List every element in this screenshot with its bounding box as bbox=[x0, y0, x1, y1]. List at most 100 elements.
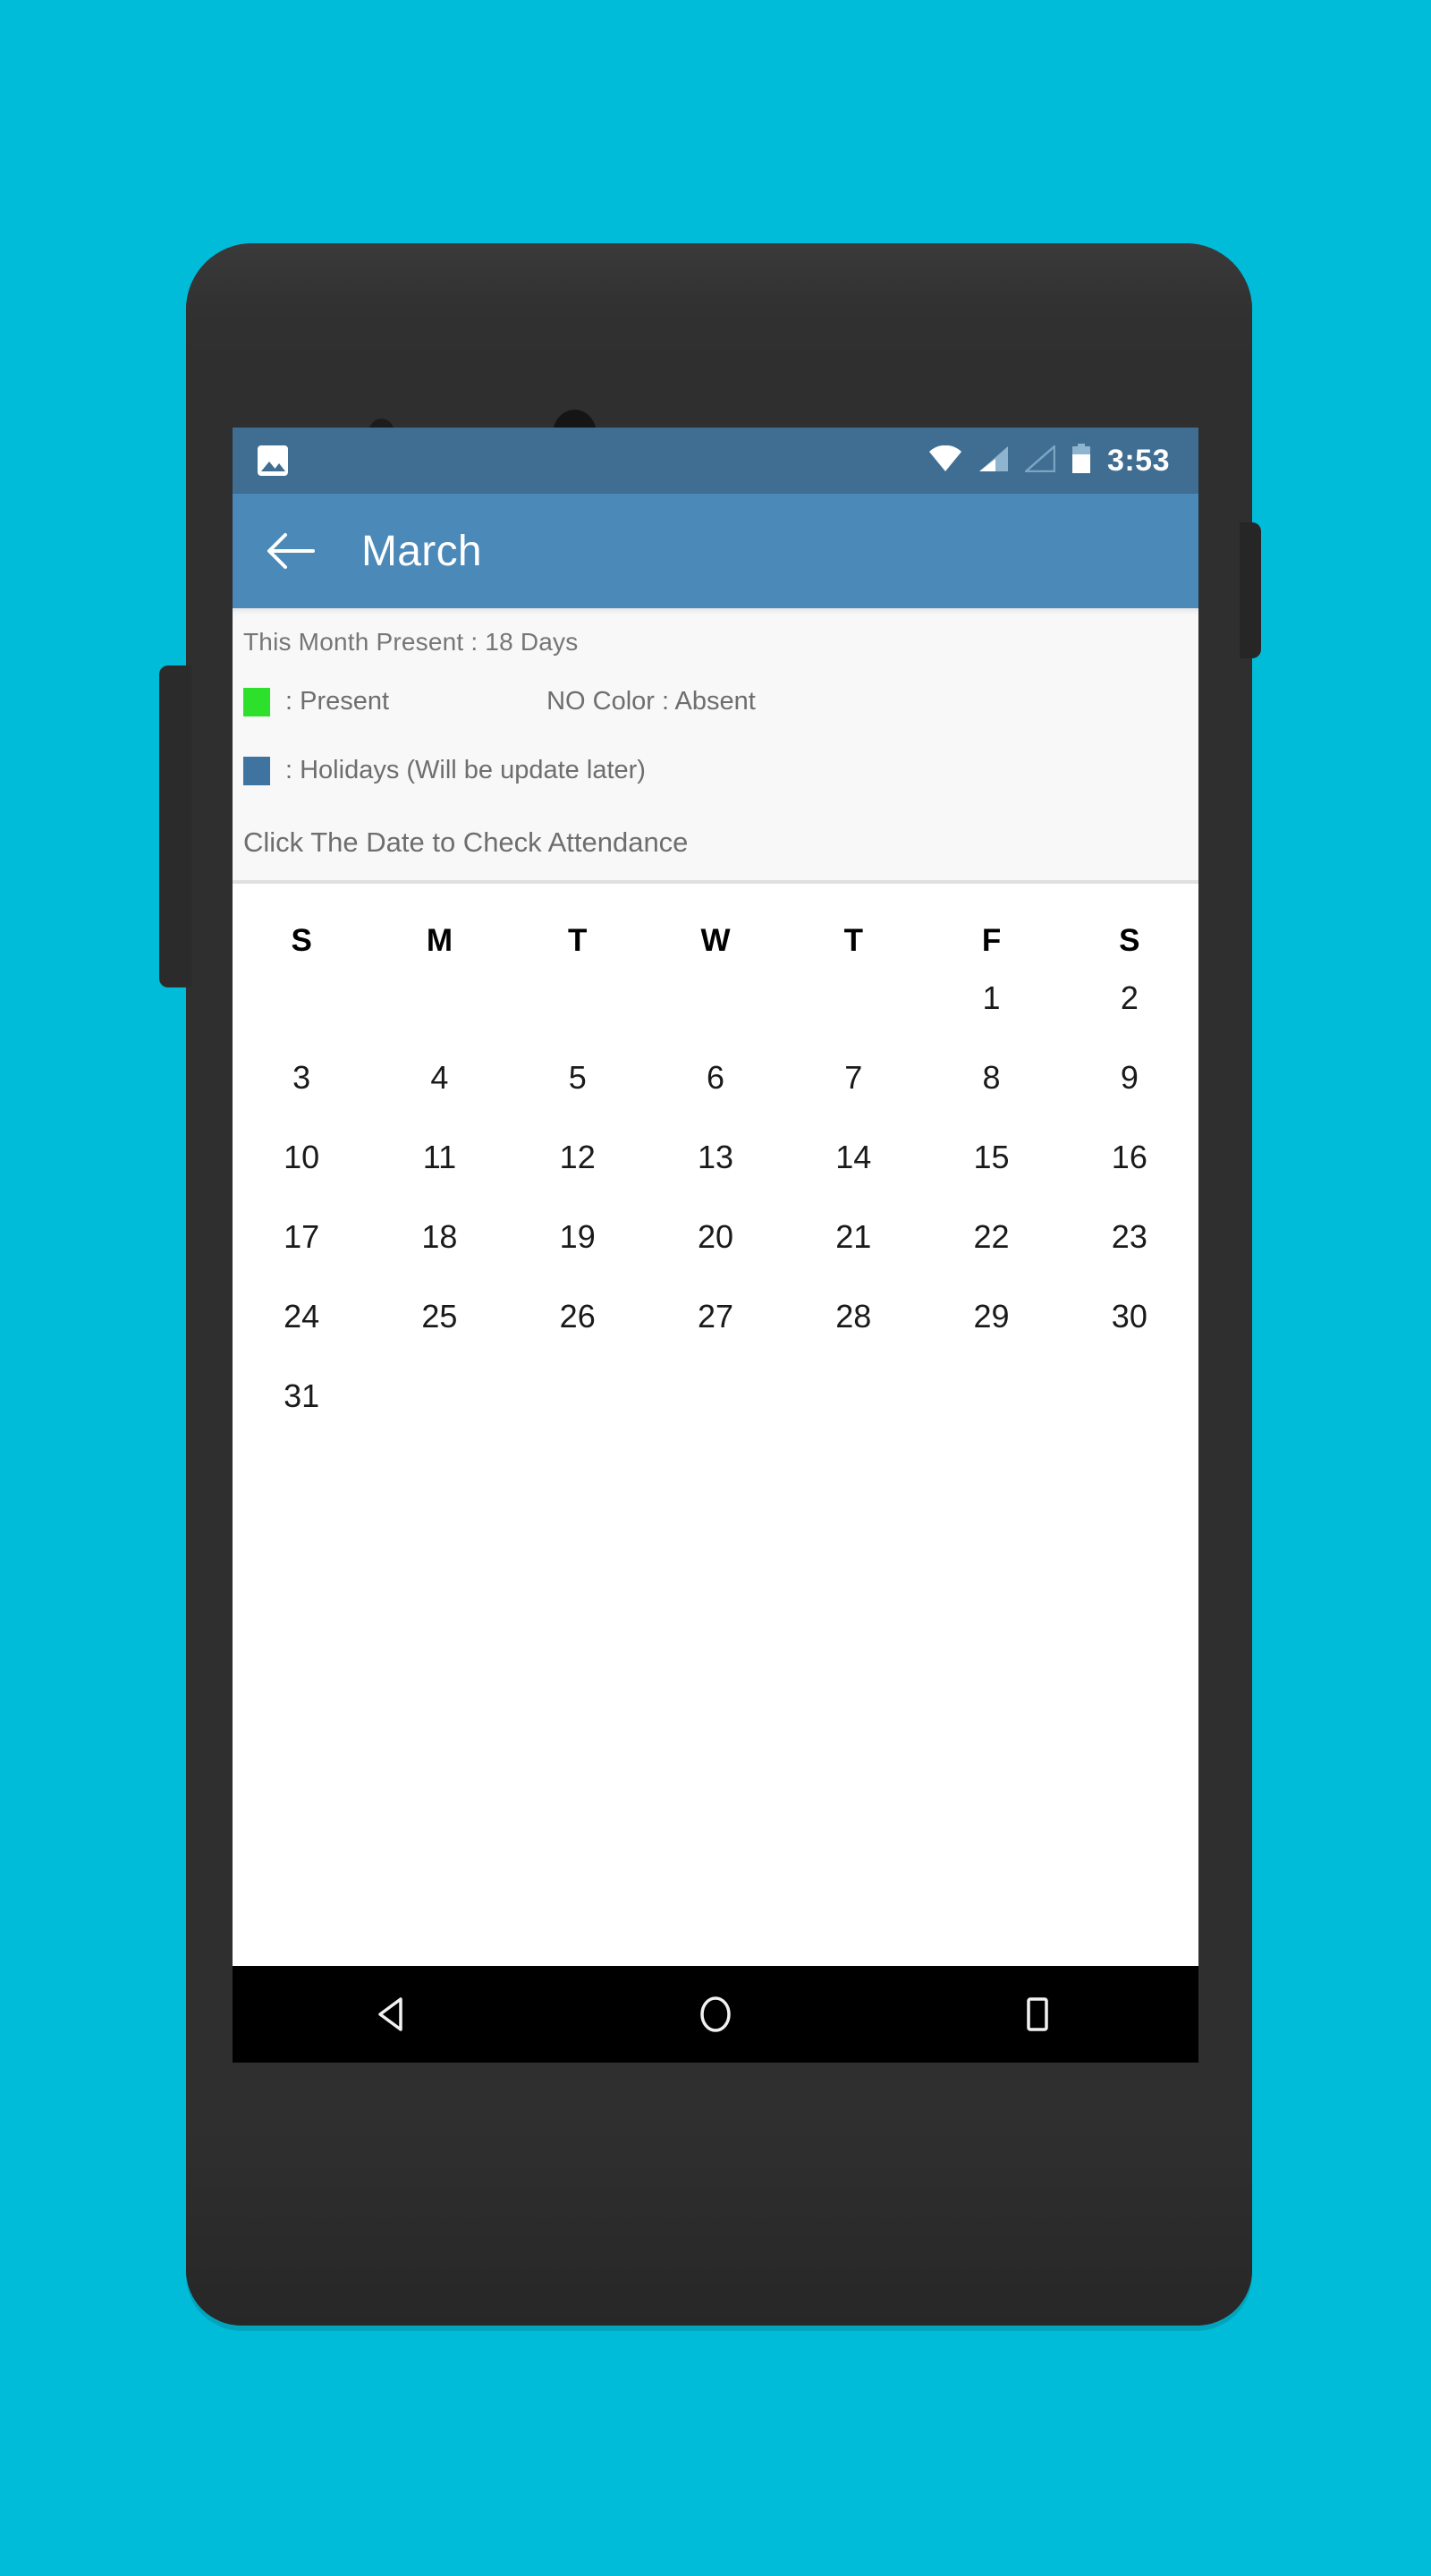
calendar-day-cell[interactable]: 24 bbox=[233, 1292, 370, 1371]
calendar-day-number: 20 bbox=[697, 1218, 733, 1255]
calendar-day-cell[interactable]: 18 bbox=[370, 1212, 508, 1292]
calendar-day-number: 18 bbox=[421, 1218, 458, 1255]
calendar-day-cell[interactable]: 20 bbox=[647, 1212, 784, 1292]
calendar-day-number: 23 bbox=[1111, 1218, 1147, 1255]
calendar-day-cell[interactable]: 28 bbox=[784, 1292, 922, 1371]
calendar-day-empty bbox=[647, 973, 784, 1053]
calendar-day-cell[interactable]: 23 bbox=[1061, 1212, 1198, 1292]
calendar-day-number: 2 bbox=[1120, 979, 1139, 1016]
calendar-day-cell[interactable]: 29 bbox=[922, 1292, 1060, 1371]
screenshot-stage: 3:53 March This Month Present : 18 Days … bbox=[0, 0, 1431, 2576]
calendar-day-cell[interactable]: 12 bbox=[509, 1132, 647, 1212]
legend-label-holidays: : Holidays (Will be update later) bbox=[285, 756, 646, 784]
calendar-day-number: 29 bbox=[973, 1298, 1010, 1335]
calendar-day-number: 28 bbox=[835, 1298, 872, 1335]
calendar-day-cell[interactable]: 9 bbox=[1061, 1053, 1198, 1132]
calendar-day-cell[interactable]: 30 bbox=[1061, 1292, 1198, 1371]
calendar-weeks: 1 2 3 4 5 6 7 8 9 10 11 12 13 14 15 16 17 18 19 20 21 22 23 24 2… bbox=[233, 973, 1198, 1451]
calendar-day-cell[interactable]: 17 bbox=[233, 1212, 370, 1292]
calendar-day-number: 25 bbox=[421, 1298, 458, 1335]
calendar-day-cell[interactable]: 26 bbox=[509, 1292, 647, 1371]
phone-screen: 3:53 March This Month Present : 18 Days … bbox=[233, 428, 1198, 2063]
calendar-day-number: 22 bbox=[973, 1218, 1010, 1255]
calendar-day-cell[interactable]: 27 bbox=[647, 1292, 784, 1371]
calendar-day-cell[interactable]: 1 bbox=[922, 973, 1060, 1053]
calendar-day-number: 24 bbox=[284, 1298, 320, 1335]
attendance-info-card: This Month Present : 18 Days : Present N… bbox=[233, 608, 1198, 884]
home-nav-icon[interactable] bbox=[662, 1966, 769, 2063]
calendar-day-number: 17 bbox=[284, 1218, 320, 1255]
calendar-day-cell[interactable]: 15 bbox=[922, 1132, 1060, 1212]
calendar-day-cell[interactable]: 2 bbox=[1061, 973, 1198, 1053]
recents-nav-icon[interactable] bbox=[984, 1966, 1091, 2063]
page-title: March bbox=[361, 527, 482, 575]
calendar-day-cell[interactable]: 3 bbox=[233, 1053, 370, 1132]
signal-empty-icon bbox=[1022, 443, 1056, 477]
weekday-label: F bbox=[981, 923, 1002, 958]
calendar-day-cell[interactable]: 21 bbox=[784, 1212, 922, 1292]
phone-bottom-bezel bbox=[186, 2129, 1252, 2326]
calendar-day-number: 21 bbox=[835, 1218, 872, 1255]
calendar-day-cell[interactable]: 8 bbox=[922, 1053, 1060, 1132]
calendar-day-cell[interactable]: 6 bbox=[647, 1053, 784, 1132]
calendar-day-number: 16 bbox=[1111, 1139, 1147, 1175]
back-nav-icon[interactable] bbox=[340, 1966, 447, 2063]
calendar-day-empty bbox=[784, 1371, 922, 1451]
calendar-grid: S M T W T F S 1 2 3 4 5 6 7 8 9 10 11 12 13 14 15 16 17 1… bbox=[233, 884, 1198, 1451]
calendar-day-empty bbox=[922, 1371, 1060, 1451]
calendar-day-number: 31 bbox=[284, 1377, 320, 1414]
calendar-day-cell[interactable]: 14 bbox=[784, 1132, 922, 1212]
volume-rocker-button[interactable] bbox=[159, 665, 191, 987]
weekday-label: M bbox=[426, 923, 453, 958]
calendar-day-number: 14 bbox=[835, 1139, 872, 1175]
calendar-day-empty bbox=[509, 1371, 647, 1451]
calendar-week-row: 12 bbox=[233, 973, 1198, 1053]
calendar-day-cell[interactable]: 10 bbox=[233, 1132, 370, 1212]
calendar-day-cell[interactable]: 11 bbox=[370, 1132, 508, 1212]
calendar-week-row: 24 25 26 27 28 29 30 bbox=[233, 1292, 1198, 1371]
month-present-summary: This Month Present : 18 Days bbox=[243, 628, 579, 656]
calendar-day-cell[interactable]: 31 bbox=[233, 1371, 370, 1451]
calendar-day-number: 11 bbox=[422, 1139, 457, 1175]
calendar-day-number: 9 bbox=[1120, 1059, 1139, 1096]
calendar-day-cell[interactable]: 5 bbox=[509, 1053, 647, 1132]
calendar-week-row: 31 bbox=[233, 1371, 1198, 1451]
back-arrow-icon[interactable] bbox=[263, 523, 318, 579]
calendar-day-cell[interactable]: 4 bbox=[370, 1053, 508, 1132]
calendar-day-empty bbox=[370, 973, 508, 1053]
signal-icon bbox=[978, 445, 1009, 477]
calendar-day-cell[interactable]: 19 bbox=[509, 1212, 647, 1292]
weekday-label: W bbox=[700, 923, 731, 958]
click-date-hint: Click The Date to Check Attendance bbox=[243, 826, 689, 858]
status-bar-notifications bbox=[258, 445, 288, 476]
calendar-day-empty bbox=[233, 973, 370, 1053]
legend-item-present: : Present bbox=[243, 687, 389, 716]
calendar-week-row: 3 4 5 6 7 8 9 bbox=[233, 1053, 1198, 1132]
calendar-day-cell[interactable]: 13 bbox=[647, 1132, 784, 1212]
calendar-day-empty bbox=[370, 1371, 508, 1451]
calendar-day-number: 26 bbox=[559, 1298, 596, 1335]
calendar-day-cell[interactable]: 25 bbox=[370, 1292, 508, 1371]
calendar-day-empty bbox=[784, 973, 922, 1053]
calendar-day-empty bbox=[1061, 1371, 1198, 1451]
wifi-icon bbox=[928, 445, 962, 477]
calendar-day-number: 5 bbox=[568, 1059, 587, 1096]
holiday-swatch-icon bbox=[243, 756, 270, 785]
calendar-day-cell[interactable]: 7 bbox=[784, 1053, 922, 1132]
calendar-weekday-header: S M T W T F S bbox=[233, 903, 1198, 973]
calendar-day-cell[interactable]: 22 bbox=[922, 1212, 1060, 1292]
status-bar: 3:53 bbox=[233, 428, 1198, 494]
calendar-day-number: 7 bbox=[844, 1059, 863, 1096]
present-swatch-icon bbox=[243, 687, 270, 716]
calendar-day-cell[interactable]: 16 bbox=[1061, 1132, 1198, 1212]
calendar-day-number: 1 bbox=[982, 979, 1001, 1016]
legend-label-absent: NO Color : Absent bbox=[546, 687, 756, 716]
calendar-day-number: 15 bbox=[973, 1139, 1010, 1175]
calendar-week-row: 17 18 19 20 21 22 23 bbox=[233, 1212, 1198, 1292]
calendar-day-empty bbox=[509, 973, 647, 1053]
calendar-day-number: 6 bbox=[706, 1059, 724, 1096]
calendar-day-number: 10 bbox=[284, 1139, 320, 1175]
weekday-label: T bbox=[843, 923, 863, 958]
battery-icon bbox=[1071, 443, 1091, 479]
power-button[interactable] bbox=[1240, 522, 1261, 658]
